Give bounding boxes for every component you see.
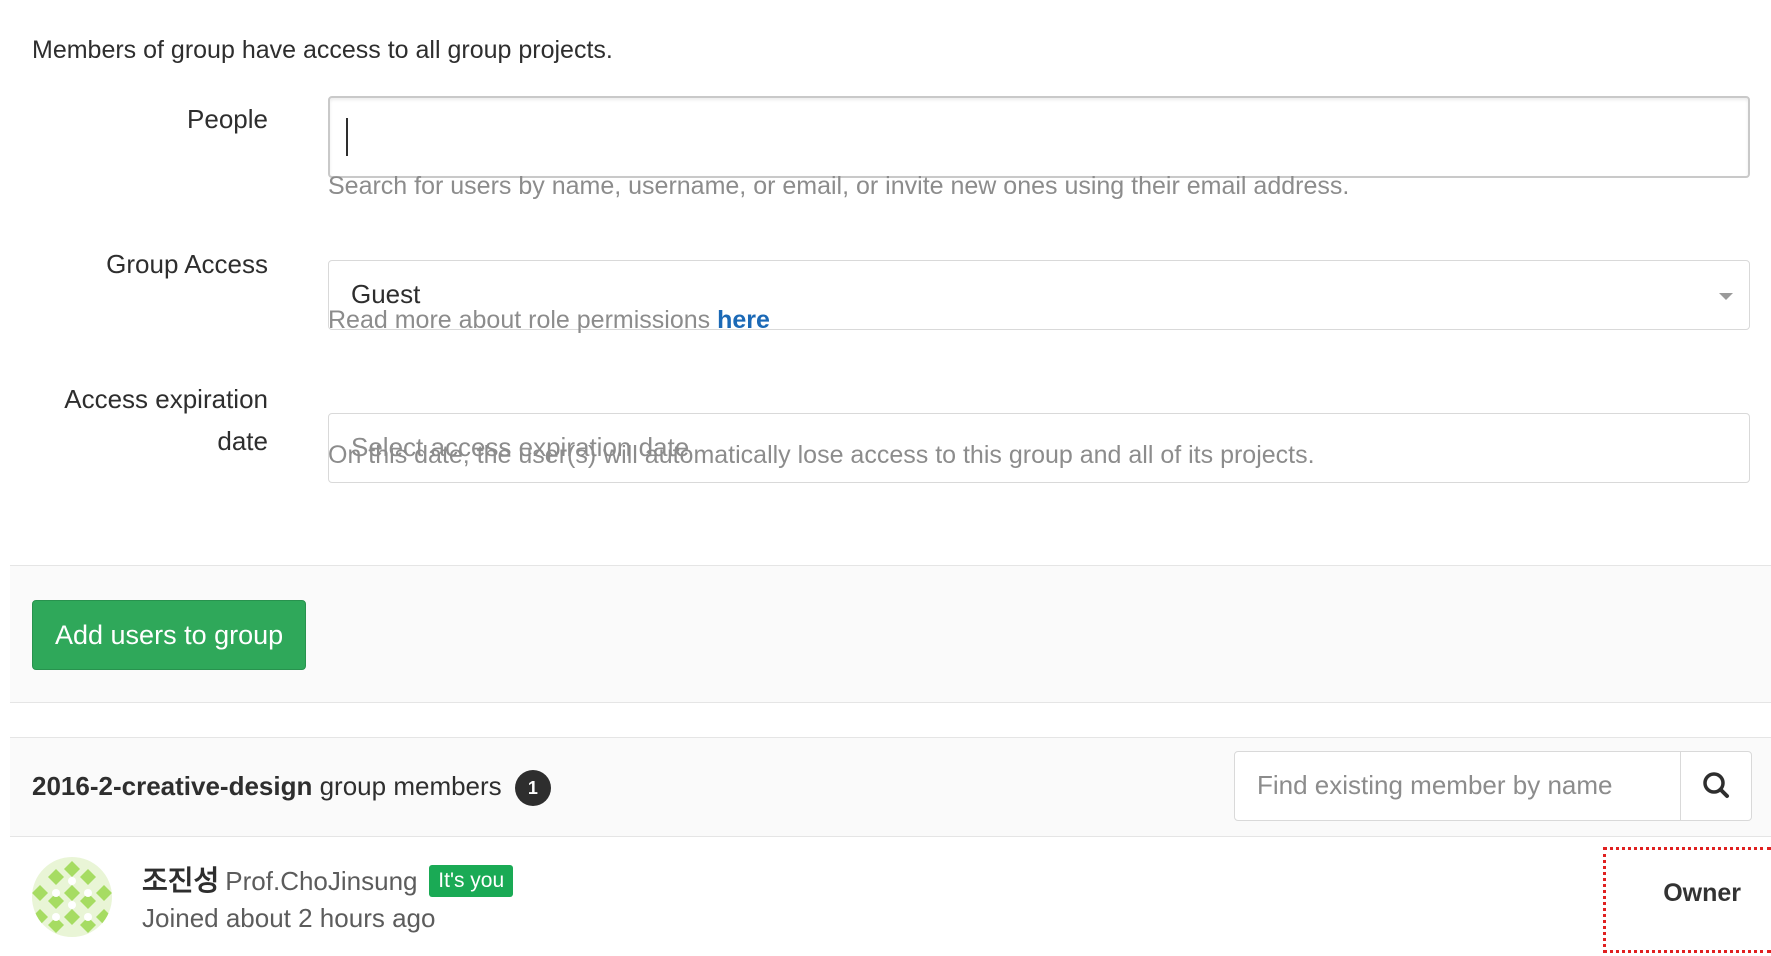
search-icon [1703,772,1729,798]
chevron-down-icon [1719,293,1733,300]
expiration-help-text: On this date, the user(s) will automatic… [328,441,1315,469]
member-joined-text: Joined about 2 hours ago [142,903,436,933]
add-users-button[interactable]: Add users to group [32,600,307,670]
people-input[interactable] [328,96,1750,178]
member-search-placeholder: Find existing member by name [1257,770,1613,800]
expiration-label: Access expiration date [28,378,268,462]
people-help-text: Search for users by name, username, or e… [328,172,1350,200]
member-name-line: 조진성 Prof.ChoJinsung It's you [142,859,514,899]
member-search-input[interactable]: Find existing member by name [1234,751,1682,821]
member-search-button[interactable] [1680,751,1752,821]
members-panel-header: 2016-2-creative-design group members 1 F… [10,737,1771,837]
member-username: Prof.ChoJinsung [225,866,418,896]
role-permissions-link[interactable]: here [717,306,770,334]
its-you-badge: It's you [429,864,514,897]
people-label: People [187,104,268,134]
avatar[interactable] [32,857,112,937]
group-access-label: Group Access [106,249,268,279]
intro-text: Members of group have access to all grou… [32,36,613,64]
role-permissions-help-text: Read more about role permissions [328,306,718,334]
text-cursor [346,118,348,156]
member-full-name[interactable]: 조진성 [142,865,219,896]
members-title: 2016-2-creative-design group members 1 [32,770,551,806]
group-name: 2016-2-creative-design [32,770,313,801]
expiration-label-line2: date [217,426,268,456]
members-title-suffix: group members [312,770,502,801]
identicon-image [32,857,112,937]
member-count-badge: 1 [514,770,551,806]
expiration-label-line1: Access expiration [64,384,268,414]
member-role-label: Owner [1663,879,1741,907]
role-permissions-help: Read more about role permissions here [328,306,770,335]
member-list-item: 조진성 Prof.ChoJinsung It's you Joined about… [10,837,1771,956]
form-actions: Add users to group [10,565,1771,703]
page: Members of group have access to all grou… [0,0,1771,956]
